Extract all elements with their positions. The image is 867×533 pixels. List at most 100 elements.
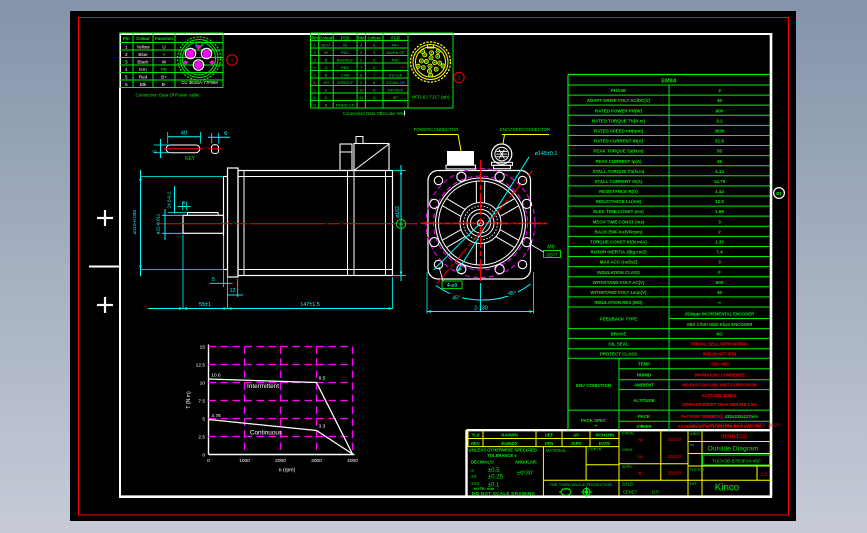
svg-text:3: 3 [718,260,721,265]
svg-text:CENET: CENET [623,490,638,495]
svg-text:HEF: HEF [690,482,697,486]
svg-text:FCD: FCD [391,36,400,41]
svg-text:Red: Red [139,75,148,80]
svg-text:900: 900 [716,108,724,113]
svg-text:40: 40 [181,131,187,137]
svg-text:B: B [325,72,328,77]
svg-text:PB+: PB+ [392,57,400,62]
svg-text:ENCODERCONNECTOR: ENCODERCONNECTOR [500,127,550,132]
svg-text:K: K [325,95,328,100]
svg-text:B1: B1 [776,191,782,196]
svg-text:DATE: DATE [599,441,611,446]
svg-text:4000: 4000 [347,458,358,464]
svg-text:A: A [373,87,376,92]
svg-text:M6: M6 [547,245,555,251]
svg-text:4-ø9: 4-ø9 [447,283,458,289]
svg-text:5: 5 [212,277,215,283]
svg-text:2: 2 [125,52,128,57]
svg-text:PBF: PBF [341,65,349,70]
svg-text:PAC: PAC [341,50,349,55]
svg-text:PEAK CURRENT Ip(A): PEAK CURRENT Ip(A) [595,159,642,164]
svg-text:3000: 3000 [311,458,322,464]
svg-text:Connection Data Of: Connection Data Of [343,111,382,116]
svg-text:.X: .X [470,468,474,473]
svg-text:3000: 3000 [714,129,725,134]
svg-text:1: 1 [125,45,128,50]
svg-text:3.2: 3.2 [716,118,723,123]
svg-text:7.5: 7.5 [198,398,205,404]
svg-text:DEPT: DEPT [546,252,558,257]
svg-text:CU 3E20A-77PBM: CU 3E20A-77PBM [181,80,218,85]
svg-text:±0°30': ±0°30' [517,471,533,477]
svg-text:RATED CURRENT IN(A): RATED CURRENT IN(A) [594,139,644,144]
svg-text:RESISTANCE R(O): RESISTANCE R(O) [599,189,638,194]
svg-text:EUINDX: EUINDX [501,441,517,446]
svg-text:12.5: 12.5 [715,199,724,204]
svg-text:6: 6 [125,82,128,87]
svg-text:STALL TORQUE TS(N.m): STALL TORQUE TS(N.m) [593,169,645,174]
svg-text:ANGULAR:: ANGULAR: [515,459,537,464]
svg-text:PGND-CF: PGND-CF [336,102,355,107]
svg-text:ENV CONDITION: ENV CONDITION [576,383,611,388]
svg-text:BRAKE: BRAKE [611,332,627,337]
svg-text:Kinco: Kinco [715,483,740,494]
svg-text:40: 40 [717,98,723,103]
svg-text:RATED TORQUE TN(N.m): RATED TORQUE TN(N.m) [592,118,646,123]
svg-text:PZ+CA: PZ+CA [389,72,402,77]
svg-text:DFN: DFN [545,441,554,446]
svg-text:ø22-0.011: ø22-0.011 [156,213,161,234]
svg-text:GN: GN [323,80,329,85]
svg-text:CHKD: CHKD [622,448,633,452]
svg-text:1000: 1000 [239,458,250,464]
svg-text:BCO: BCO [322,42,331,47]
svg-text:n (rpm): n (rpm) [279,468,296,474]
svg-text:4.13: 4.13 [715,169,724,174]
svg-text:ROTOR INERTIA J(kg.cm2): ROTOR INERTIA J(kg.cm2) [590,250,647,255]
svg-text:D.P: D.P [652,490,659,495]
svg-text:1:2: 1:2 [761,472,768,477]
svg-text:2: 2 [458,76,461,81]
svg-text:W: W [324,50,328,55]
svg-text:6: 6 [153,150,159,153]
svg-text:147±1.5: 147±1.5 [300,302,319,308]
svg-text:Continuous: Continuous [250,430,282,437]
svg-text:10: 10 [359,87,364,92]
svg-text:AMBIENT: AMBIENT [634,383,654,388]
svg-text:REV: REV [471,441,480,446]
svg-text:B-: B- [162,82,167,87]
svg-text:K: K [373,65,376,70]
svg-text:2022/3: 2022/3 [668,471,682,476]
svg-text:31.6: 31.6 [715,139,724,144]
svg-text:K: K [325,87,328,92]
svg-text:HFD 8J 7J17 (pb): HFD 8J 7J17 (pb) [412,95,450,101]
svg-text:55: 55 [717,149,723,154]
svg-text:THE THIRD ANGLE PROJECTION: THE THIRD ANGLE PROJECTION [550,482,613,487]
svg-text:MATERIAL: MATERIAL [546,448,567,453]
svg-text:2d.LB: 2d.LB [622,482,633,487]
svg-text:0: 0 [202,452,205,458]
svg-text:U0: U0 [573,433,579,438]
svg-text:45: 45 [717,159,723,164]
svg-text:+: + [594,424,598,430]
svg-text:EM9A: EM9A [661,78,677,84]
svg-text:PHASE: PHASE [611,88,626,93]
svg-text:1.14: 1.14 [715,189,724,194]
svg-text:4: 4 [125,67,128,72]
svg-text:1000m UP,EVERY 100m DERATE 1.5: 1000m UP,EVERY 100m DERATE 1.5% [682,402,758,407]
svg-text:40: 40 [717,290,723,295]
svg-text:DP+5CF: DP+5CF [388,87,404,92]
svg-text:2: 2 [718,229,721,234]
svg-text:APPD: APPD [622,465,632,469]
svg-text:15: 15 [200,344,206,350]
svg-text:Colour: Colour [136,36,150,41]
svg-text:PACKING SIZE(BOX): 432x202x127: PACKING SIZE(BOX): 432x202x127mm [681,414,758,419]
svg-text:Blue: Blue [138,52,148,57]
svg-text:Colour: Colour [367,36,381,41]
svg-text:2000: 2000 [275,458,286,464]
svg-text:2022/3: 2022/3 [668,454,682,459]
svg-text:DO NOT SCALE DRAWING: DO NOT SCALE DRAWING [472,491,536,496]
svg-text:ADAPT DRIVE VOLT AC/DC(V): ADAPT DRIVE VOLT AC/DC(V) [587,98,651,103]
svg-text:OIL SEAL: OIL SEAL [608,342,628,347]
svg-text:ø162: ø162 [395,206,401,218]
svg-text:3: 3 [718,219,721,224]
